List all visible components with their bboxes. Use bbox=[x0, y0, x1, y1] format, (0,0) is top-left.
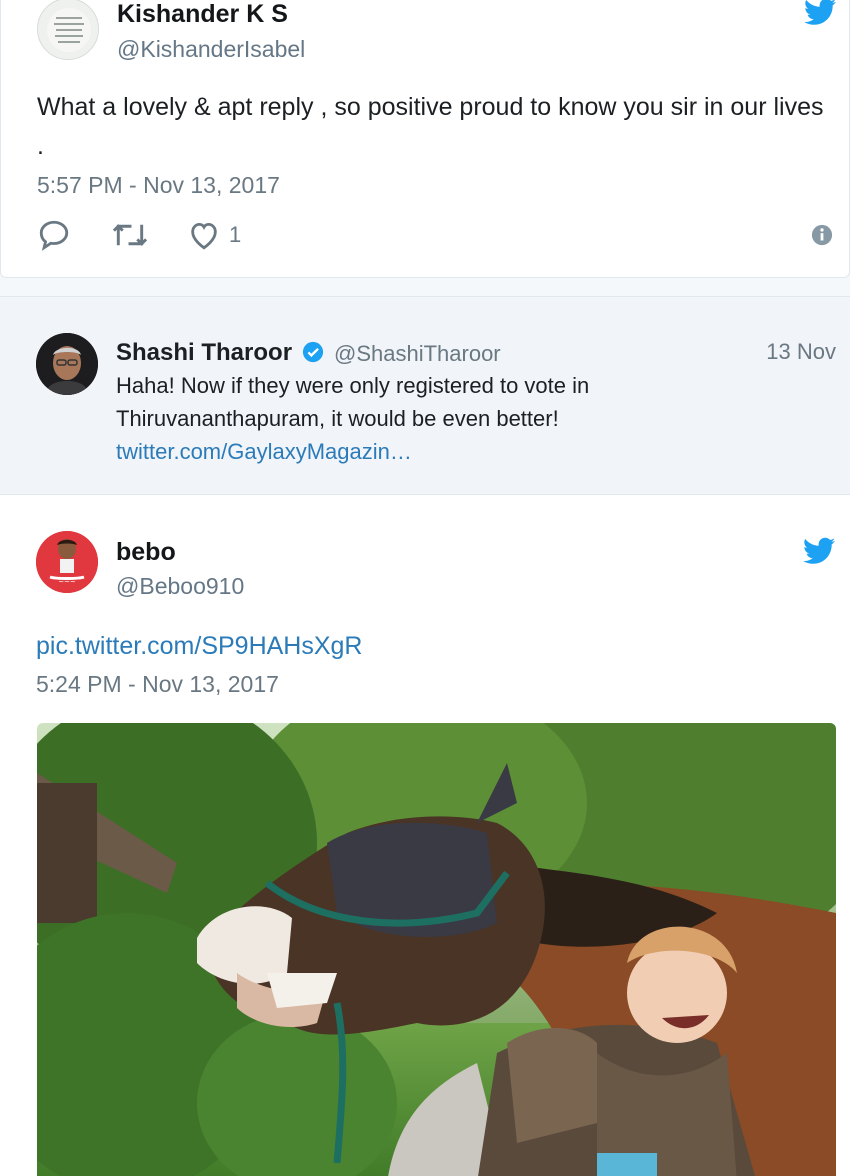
twitter-bird-icon[interactable] bbox=[803, 537, 835, 565]
tweet-timestamp[interactable]: 5:24 PM - Nov 13, 2017 bbox=[36, 671, 279, 698]
quote-author-name[interactable]: Shashi Tharoor bbox=[116, 339, 292, 367]
quote-avatar[interactable] bbox=[36, 333, 98, 395]
avatar[interactable] bbox=[37, 0, 99, 60]
quote-date[interactable]: 13 Nov bbox=[766, 339, 836, 365]
twitter-bird-icon[interactable] bbox=[804, 0, 836, 26]
horse-and-woman-photo bbox=[37, 723, 836, 1176]
author-name[interactable]: Kishander K S bbox=[117, 0, 288, 29]
author-name[interactable]: bebo bbox=[116, 538, 176, 567]
quote-text: Haha! Now if they were only registered t… bbox=[116, 369, 736, 468]
tweet-photo[interactable] bbox=[37, 723, 836, 1176]
tweet-pic-link[interactable]: pic.twitter.com/SP9HAHsXgR bbox=[36, 627, 363, 666]
quote-text-line-2: Thiruvananthapuram, it would be even bet… bbox=[116, 406, 559, 431]
quoted-tweet[interactable]: Shashi Tharoor @ShashiTharoor 13 Nov Hah… bbox=[0, 297, 850, 495]
verified-badge-icon bbox=[302, 341, 324, 363]
author-handle[interactable]: @KishanderIsabel bbox=[117, 36, 305, 63]
avatar-image bbox=[36, 333, 98, 395]
quote-author-handle[interactable]: @ShashiTharoor bbox=[334, 341, 501, 367]
quote-text-line-1: Haha! Now if they were only registered t… bbox=[116, 373, 590, 398]
tweet-card-2: Shashi Tharoor @ShashiTharoor 13 Nov Hah… bbox=[0, 296, 850, 1176]
tweet-card-1: Kishander K S @KishanderIsabel What a lo… bbox=[0, 0, 850, 278]
svg-text:~~~: ~~~ bbox=[58, 578, 76, 586]
avatar-image: ~~~ bbox=[36, 531, 98, 593]
like-count: 1 bbox=[229, 222, 242, 247]
retweet-icon[interactable] bbox=[111, 218, 149, 252]
tweet-text: What a lovely & apt reply , so positive … bbox=[37, 93, 824, 160]
card-gap bbox=[0, 278, 850, 296]
tweet-actions: 1 bbox=[37, 218, 837, 254]
tweet-timestamp[interactable]: 5:57 PM - Nov 13, 2017 bbox=[37, 172, 280, 199]
avatar[interactable]: ~~~ bbox=[36, 531, 98, 593]
info-icon[interactable] bbox=[811, 224, 833, 246]
reply-icon[interactable] bbox=[37, 218, 71, 252]
author-handle[interactable]: @Beboo910 bbox=[116, 573, 244, 600]
quote-link[interactable]: twitter.com/GaylaxyMagazin… bbox=[116, 435, 736, 468]
like-heart-icon[interactable] bbox=[187, 218, 221, 252]
avatar-image bbox=[38, 0, 98, 59]
